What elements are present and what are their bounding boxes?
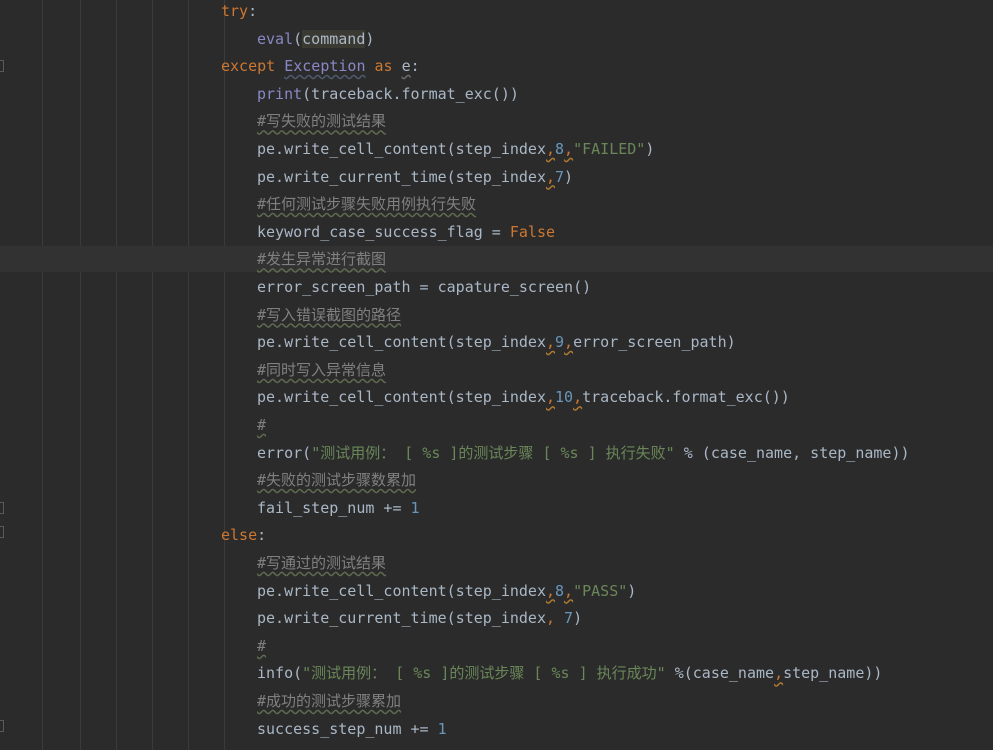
code-token: error_screen_path) [573, 333, 736, 352]
code-token: traceback.format_exc()) [582, 388, 790, 407]
code-line[interactable]: #成功的测试步骤累加 [0, 688, 401, 714]
code-token: , [545, 333, 556, 352]
code-token: error_screen_path = capature_screen() [257, 278, 592, 296]
code-token: except [221, 57, 285, 76]
code-token: , [573, 388, 583, 407]
code-line[interactable]: pe.write_cell_content(step_index,8,"PASS… [0, 578, 636, 604]
code-line[interactable]: # [0, 412, 266, 438]
code-line[interactable]: #写通过的测试结果 [0, 550, 386, 576]
code-token: fail_step_num += [257, 498, 411, 517]
code-token: 7 [564, 609, 574, 628]
code-token: try [221, 2, 249, 20]
code-token: #写入错误截图的路径 [257, 305, 402, 324]
code-token: # [257, 416, 267, 434]
code-line[interactable]: except Exception as e: [0, 53, 420, 79]
code-token: print [257, 84, 303, 103]
code-line[interactable]: fail_step_num += 1 [0, 495, 420, 521]
code-token: , [564, 581, 574, 600]
code-line[interactable]: print(traceback.format_exc()) [0, 81, 519, 107]
code-token: ) [645, 140, 655, 158]
code-token: #写通过的测试结果 [257, 554, 387, 572]
code-line[interactable]: #发生异常进行截图 [0, 246, 993, 273]
code-token: 8 [555, 581, 565, 600]
code-token: # [257, 636, 267, 655]
code-token: success_step_num += [257, 719, 438, 738]
code-token: , [545, 581, 556, 600]
code-line[interactable]: #任何测试步骤失败用例执行失败 [0, 191, 476, 217]
code-line[interactable]: keyword_case_success_flag = False [0, 219, 555, 245]
code-token: #失败的测试步骤数累加 [257, 471, 417, 490]
code-token: error( [257, 443, 312, 462]
code-token: ) [564, 167, 574, 186]
code-editor[interactable]: try: eval(command) except Exception as e: p… [0, 0, 993, 750]
code-line[interactable]: info("测试用例： [ %s ]的测试步骤 [ %s ] 执行成功" %(c… [0, 660, 882, 686]
code-token: %(case_name [665, 664, 775, 683]
code-token: ( [293, 29, 303, 48]
code-token: #写失败的测试结果 [257, 112, 387, 131]
code-token: "测试用例： [ %s ]的测试步骤 [ %s ] 执行成功" [302, 664, 666, 683]
code-line[interactable]: success_step_num += 1 [0, 716, 447, 742]
code-token: ) [365, 29, 375, 48]
code-line[interactable]: eval(command) [0, 26, 374, 52]
code-line[interactable]: pe.write_cell_content(step_index,9,error… [0, 329, 736, 355]
code-token: eval [257, 29, 294, 48]
code-token: pe.write_cell_content(step_index [257, 581, 546, 600]
code-token: pe.write_current_time(step_index [257, 609, 546, 628]
code-token: , [564, 140, 574, 158]
code-token: #发生异常进行截图 [257, 250, 387, 269]
code-line[interactable]: # [0, 633, 266, 659]
code-token: 8 [555, 140, 565, 158]
code-token: , [545, 140, 556, 158]
code-token: else [221, 526, 258, 545]
code-token: info( [257, 664, 303, 683]
code-line[interactable]: #失败的测试步骤数累加 [0, 467, 416, 493]
code-token: command [302, 29, 366, 48]
code-token: pe.write_current_time(step_index [257, 167, 546, 186]
code-line[interactable]: #同时写入异常信息 [0, 357, 386, 383]
code-token: "FAILED" [573, 140, 646, 158]
code-token: 1 [437, 719, 447, 738]
code-token: "测试用例： [ %s ]的测试步骤 [ %s ] 执行失败" [311, 443, 675, 462]
code-line[interactable]: pe.write_cell_content(step_index,8,"FAIL… [0, 136, 654, 162]
code-line[interactable]: #写入错误截图的路径 [0, 302, 401, 328]
code-token: 1 [410, 498, 420, 517]
code-token: #成功的测试步骤累加 [257, 692, 402, 710]
code-line[interactable]: try: [0, 0, 257, 24]
code-line[interactable]: pe.write_cell_content(step_index,10,trac… [0, 384, 790, 410]
code-token: : [410, 57, 420, 76]
code-line[interactable]: error_screen_path = capature_screen() [0, 274, 591, 300]
code-token: (traceback.format_exc()) [302, 84, 519, 103]
code-token: "PASS" [573, 581, 628, 600]
code-line[interactable]: error("测试用例： [ %s ]的测试步骤 [ %s ] 执行失败" % … [0, 440, 910, 466]
code-token: 10 [555, 388, 574, 407]
code-token: , [774, 664, 784, 683]
code-token: step_name)) [783, 664, 883, 683]
code-line[interactable]: pe.write_current_time(step_index,7) [0, 164, 573, 190]
code-token: , [545, 167, 556, 186]
code-token: #同时写入异常信息 [257, 360, 387, 379]
code-token: : [257, 526, 267, 545]
code-token: ) [573, 609, 583, 628]
code-token: #任何测试步骤失败用例执行失败 [257, 195, 477, 214]
code-token: 7 [555, 167, 565, 186]
code-token: ) [627, 581, 637, 600]
code-token: : [248, 2, 258, 20]
code-token: keyword_case_success_flag = [257, 222, 510, 241]
code-token: , [545, 609, 565, 628]
code-token: , [564, 333, 574, 352]
code-token: as [365, 57, 402, 76]
code-token: pe.write_cell_content(step_index [257, 333, 546, 352]
code-token: 9 [555, 333, 565, 352]
code-token: Exception [284, 57, 366, 76]
code-token: pe.write_cell_content(step_index [257, 140, 546, 158]
code-token: % (case_name, step_name)) [674, 443, 910, 462]
code-token: e [401, 57, 411, 76]
code-line[interactable]: else: [0, 522, 266, 548]
code-token: , [545, 388, 556, 407]
code-line[interactable]: pe.write_current_time(step_index, 7) [0, 605, 582, 631]
code-token: False [509, 222, 556, 241]
code-token: pe.write_cell_content(step_index [257, 388, 546, 407]
code-line[interactable]: #写失败的测试结果 [0, 108, 386, 134]
